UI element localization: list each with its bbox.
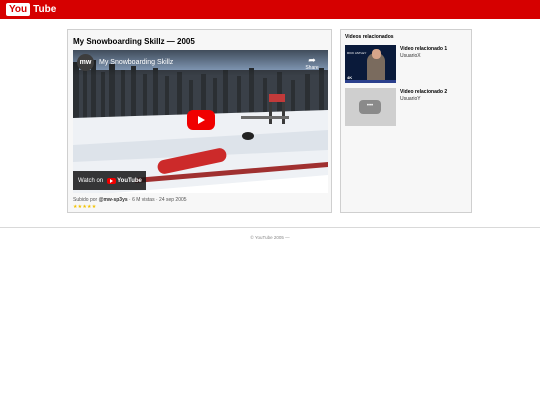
related-user[interactable]: UsuarioY — [400, 96, 421, 102]
watch-on-youtube-button[interactable]: Watch on YouTube — [73, 171, 146, 190]
related-heading: Videos relacionados — [345, 34, 394, 40]
share-button[interactable]: ➦ Share — [301, 55, 323, 72]
player-title[interactable]: My Snowboarding Skillz — [99, 59, 173, 66]
thumbnail-face — [372, 49, 381, 59]
video-player[interactable]: mw My Snowboarding Skillz ➦ Share Watch … — [73, 50, 328, 193]
thumbnail-stripe — [345, 80, 396, 83]
top-bar: You Tube — [0, 0, 540, 19]
share-label: Share — [305, 65, 319, 71]
related-user[interactable]: UsuarioX — [400, 53, 421, 59]
youtube-mini-logo: YouTube — [107, 177, 142, 184]
ellipsis-icon: ••• — [359, 100, 381, 114]
main-panel: My Snowboarding Skillz — 2005 mw My Snow… — [67, 29, 332, 213]
footer-divider — [0, 227, 540, 228]
share-icon: ➦ — [308, 55, 316, 65]
related-thumbnail[interactable]: ••• — [345, 88, 396, 126]
youtube-wordmark: YouTube — [117, 177, 142, 184]
play-icon[interactable] — [187, 110, 215, 130]
related-panel: Videos relacionados RICK ASTLEY 4K Video… — [340, 29, 472, 213]
related-thumbnail[interactable]: RICK ASTLEY 4K — [345, 45, 396, 83]
youtube-play-icon — [107, 177, 117, 184]
related-title[interactable]: Video relacionado 2 — [400, 89, 447, 95]
meta-stats: · 6 M vistas · 24 sep 2005 — [129, 197, 187, 203]
related-video-item[interactable]: ••• Video relacionado 2 UsuarioY — [345, 88, 471, 126]
meta-prefix: Subido por — [73, 197, 98, 203]
related-video-item[interactable]: RICK ASTLEY 4K Video relacionado 1 Usuar… — [345, 45, 471, 83]
video-meta: Subido por @mw-sp3ys · 6 M vistas · 24 s… — [73, 197, 187, 203]
rating-stars[interactable]: ★★★★★ — [73, 204, 96, 210]
video-title: My Snowboarding Skillz — 2005 — [73, 37, 195, 46]
youtube-logo[interactable]: You Tube — [6, 3, 56, 16]
logo-tube: Tube — [33, 4, 57, 15]
related-title[interactable]: Video relacionado 1 — [400, 46, 447, 52]
thumbnail-text: RICK ASTLEY — [347, 51, 367, 55]
logo-you: You — [6, 3, 31, 16]
uploader-link[interactable]: @mw-sp3ys — [99, 197, 128, 203]
channel-avatar[interactable]: mw — [77, 54, 94, 71]
watch-on-label: Watch on — [78, 177, 104, 184]
footer-text: © YouTube 2005 — — [250, 235, 290, 240]
